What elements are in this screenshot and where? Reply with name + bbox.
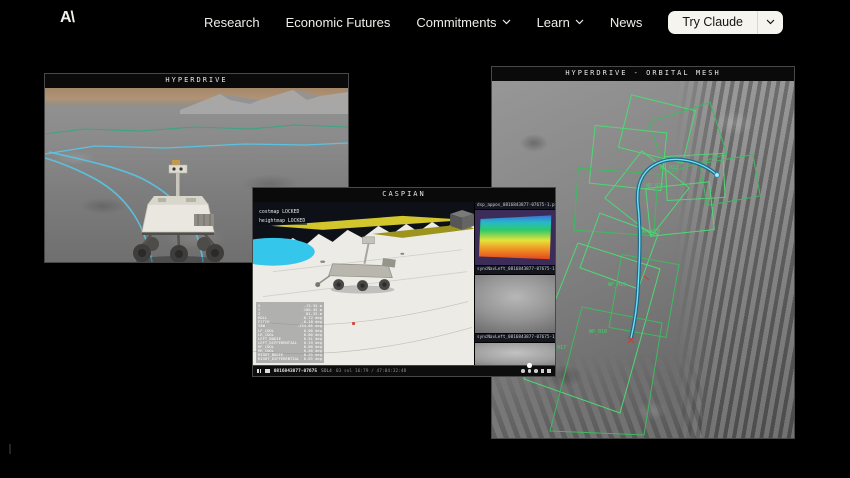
telemetry-key: RIGHT_DIFFERENTIAL (258, 357, 299, 361)
obstacle-cube (450, 210, 474, 230)
feed-caption: dsp_appos_0816843877-07675-1.png (475, 202, 555, 210)
panel-caspian: CASPIAN (252, 187, 556, 377)
waypoint-labels: WP_022 WP_021 WP_020 WP_019 WP_018 WP_01… (548, 165, 678, 351)
chevron-down-icon (766, 19, 775, 25)
panel-title: HYPERDRIVE - ORBITAL MESH (492, 67, 794, 82)
navcam-image (475, 275, 555, 334)
costmap-lock-badge: costmap LOCKED (257, 209, 301, 216)
playback-bar: 0816843877-07675 SOL4 03 sol 16:79 / 47:… (253, 365, 555, 376)
sim-clock: 03 sol 16:79 / 47:04:32:48 (336, 369, 406, 374)
sim-id: 0816843877-07675 (274, 369, 317, 374)
feed-caption: syncNavLeft_0816843877-07675-1_rectified… (475, 334, 555, 343)
try-claude-label: Try Claude (668, 11, 757, 34)
playback-tools (521, 369, 551, 373)
navcam-rectified-image (475, 343, 555, 365)
feed-caption: syncNavLeft_0816843877-07675-1.png (475, 266, 555, 275)
grid-icon[interactable] (541, 369, 545, 373)
record-icon[interactable] (521, 369, 525, 373)
panel-title: CASPIAN (253, 188, 555, 203)
planned-path-line (45, 143, 348, 154)
telemetry-panel: X-13.34 m Y-100.45 m Z81.32 m ROLL-0.72 … (256, 302, 324, 363)
settings-icon[interactable] (528, 369, 532, 373)
waypoint-label: WP_022 (660, 165, 678, 171)
video-progress-marker (9, 444, 11, 454)
page-background: A\ Research Economic Futures Commitments… (0, 0, 850, 478)
top-nav: A\ Research Economic Futures Commitments… (0, 0, 850, 44)
rock (400, 253, 404, 255)
telemetry-value: 0.65 deg (304, 357, 322, 361)
stop-icon[interactable] (265, 369, 270, 374)
mesh-footprints (524, 95, 760, 435)
nav-item-news[interactable]: News (610, 15, 643, 30)
pause-icon[interactable] (257, 369, 261, 374)
rock (320, 261, 325, 263)
nav-item-label: Learn (537, 15, 570, 30)
camera-icon[interactable] (534, 369, 538, 373)
camera-feed-column: dsp_appos_0816843877-07675-1.png syncNav… (474, 202, 555, 365)
nav-item-research[interactable]: Research (204, 15, 260, 30)
nav-item-economic-futures[interactable]: Economic Futures (286, 15, 391, 30)
chevron-down-icon (502, 19, 511, 25)
waypoint-label: WP_021 (646, 183, 664, 189)
target-marker (352, 322, 355, 325)
chevron-down-icon (575, 19, 584, 25)
waypoint-route-line (45, 125, 348, 134)
nav-item-commitments[interactable]: Commitments (416, 15, 510, 30)
nav-links: Research Economic Futures Commitments Le… (204, 0, 783, 44)
playback-progress-dot[interactable] (527, 363, 532, 368)
panel-title: HYPERDRIVE (45, 74, 348, 89)
depth-heatmap-image (475, 210, 555, 266)
waypoint-label: WP_020 (642, 229, 660, 235)
try-claude-button[interactable]: Try Claude (668, 11, 783, 34)
heatmap-gradient (478, 214, 553, 260)
nav-item-learn[interactable]: Learn (537, 15, 584, 30)
sol-label: SOL4 (321, 369, 332, 374)
path-start-marker (715, 173, 720, 178)
rover-model (133, 160, 224, 262)
try-claude-dropdown[interactable] (758, 11, 783, 34)
waypoint-label: WP_018 (589, 329, 607, 335)
nav-item-label: Commitments (416, 15, 496, 30)
anthropic-logo[interactable]: A\ (60, 9, 74, 27)
heightmap-lock-badge: heightmap LOCKED (257, 218, 307, 225)
caspian-viewport: costmap LOCKED heightmap LOCKED X-13.34 … (253, 202, 555, 376)
fullscreen-icon[interactable] (547, 369, 551, 373)
waypoint-label: WP_019 (608, 282, 626, 288)
